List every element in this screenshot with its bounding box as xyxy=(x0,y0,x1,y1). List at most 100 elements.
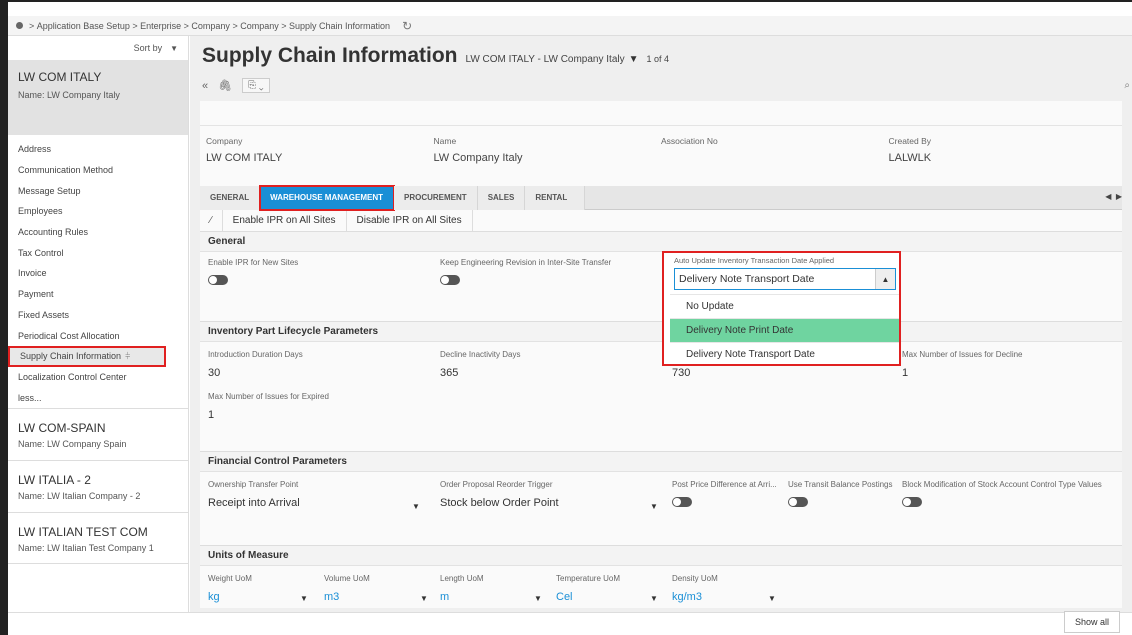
tab-rental[interactable]: RENTAL xyxy=(525,185,586,210)
tab-procurement[interactable]: PROCUREMENT xyxy=(394,185,478,210)
breadcrumb-item-3[interactable]: Company xyxy=(191,21,230,31)
weight-uom-select[interactable]: kg xyxy=(208,591,252,603)
chevron-down-icon[interactable]: ▼ xyxy=(300,594,308,603)
tab-sales[interactable]: SALES xyxy=(477,185,526,210)
auto-update-date-select[interactable]: Delivery Note Transport Date ▲ xyxy=(674,268,896,290)
clipboard-menu-button[interactable]: ⎘ ⌄ xyxy=(242,78,270,93)
record-subtitle: Name: LW Italian Test Company 1 xyxy=(18,542,154,553)
sidebar-nav: Address Communication Method Message Set… xyxy=(8,135,188,408)
record-item[interactable]: LW ITALIA - 2 Name: LW Italian Company -… xyxy=(8,459,188,512)
chevron-down-icon[interactable]: ▼ xyxy=(534,594,542,603)
sidebar-item-message-setup[interactable]: Message Setup xyxy=(8,180,188,201)
record-subtitle: Name: LW Company Spain xyxy=(18,438,127,449)
uom-section: Units of Measure Weight UoM kg ▼ Volume … xyxy=(200,546,1122,608)
collapse-icon[interactable]: « xyxy=(202,80,208,92)
length-uom-select[interactable]: m xyxy=(440,591,484,603)
keep-eng-revision-toggle[interactable] xyxy=(440,275,460,285)
block-modification-field: Block Modification of Stock Account Cont… xyxy=(902,480,1102,507)
dropdown-option-transport-date[interactable]: Delivery Note Transport Date xyxy=(670,342,899,366)
breadcrumb-sep: > xyxy=(181,20,192,31)
temperature-uom-select[interactable]: Cel xyxy=(556,591,620,603)
sidebar-item-supply-chain-information[interactable]: Supply Chain Information ⫩ xyxy=(8,345,166,367)
record-title: LW COM ITALY xyxy=(18,70,102,84)
keep-eng-revision-field: Keep Engineering Revision in Inter-Site … xyxy=(440,258,611,285)
volume-uom-select[interactable]: m3 xyxy=(324,591,370,603)
section-heading: General xyxy=(200,232,1122,252)
refresh-icon[interactable]: ↻ xyxy=(402,19,412,33)
header-fields: Company LW COM ITALY Name LW Company Ita… xyxy=(200,126,1122,186)
record-title: LW ITALIAN TEST COM xyxy=(18,524,148,539)
dropdown-option-print-date[interactable]: Delivery Note Print Date xyxy=(670,318,899,342)
sort-by-label: Sort by xyxy=(133,43,163,53)
sidebar-item-tax-control[interactable]: Tax Control xyxy=(8,242,188,263)
record-count: 1 of 4 xyxy=(646,54,670,64)
sort-by-control[interactable]: Sort by ▼ xyxy=(8,36,188,60)
dropdown-options: No Update Delivery Note Print Date Deliv… xyxy=(664,294,899,366)
chevron-down-icon[interactable]: ▼ xyxy=(412,502,420,511)
density-uom-select[interactable]: kg/m3 xyxy=(672,591,718,603)
breadcrumb-sep: > xyxy=(278,20,289,31)
record-item[interactable]: LW COM-SPAIN Name: LW Company Spain xyxy=(8,407,188,460)
tab-general[interactable]: GENERAL xyxy=(200,185,261,210)
max-issues-decline-field: Max Number of Issues for Decline 1 xyxy=(902,350,1023,379)
chevron-down-icon[interactable]: ▼ xyxy=(768,594,776,603)
section-heading: Inventory Part Lifecycle Parameters xyxy=(200,322,1122,342)
breadcrumb-sep: > xyxy=(29,20,37,31)
reorder-trigger-select[interactable]: Stock below Order Point xyxy=(440,497,559,509)
volume-uom-field: Volume UoM m3 xyxy=(324,574,370,603)
dropdown-option-no-update[interactable]: No Update xyxy=(670,294,899,318)
edit-button[interactable]: ∕ xyxy=(200,209,223,232)
record-item[interactable]: LW ITALIAN TEST COM Name: LW Italian Tes… xyxy=(8,511,188,564)
sidebar-item-less[interactable]: less... xyxy=(8,387,188,408)
record-subtitle: Name: LW Company Italy xyxy=(18,90,120,100)
ownership-transfer-field: Ownership Transfer Point Receipt into Ar… xyxy=(208,480,300,509)
sidebar-item-address[interactable]: Address xyxy=(8,139,188,160)
sidebar-item-localization-control-center[interactable]: Localization Control Center xyxy=(8,367,188,388)
max-issues-expired-field: Max Number of Issues for Expired 1 xyxy=(208,392,329,421)
chevron-down-icon[interactable]: ▼ xyxy=(650,594,658,603)
selected-record[interactable]: LW COM ITALY Name: LW Company Italy xyxy=(8,60,188,135)
enable-ipr-toggle[interactable] xyxy=(208,275,228,285)
sidebar-item-payment[interactable]: Payment xyxy=(8,284,188,305)
reorder-trigger-field: Order Proposal Reorder Trigger Stock bel… xyxy=(440,480,559,509)
chevron-down-icon[interactable]: ▼ xyxy=(650,502,658,511)
post-price-difference-toggle[interactable] xyxy=(672,497,692,507)
enable-ipr-button[interactable]: Enable IPR on All Sites xyxy=(223,209,347,232)
record-subtitle: Name: LW Italian Company - 2 xyxy=(18,490,141,501)
home-icon[interactable] xyxy=(16,22,23,29)
show-all-button[interactable]: Show all xyxy=(1063,611,1120,633)
caret-up-icon[interactable]: ▲ xyxy=(875,269,895,289)
transit-balance-toggle[interactable] xyxy=(788,497,808,507)
sidebar-item-invoice[interactable]: Invoice xyxy=(8,263,188,284)
caret-down-icon[interactable]: ▼ xyxy=(629,54,639,65)
record-title: LW ITALIA - 2 xyxy=(18,472,91,487)
tab-bar: GENERAL WAREHOUSE MANAGEMENT PROCUREMENT… xyxy=(200,184,1122,211)
breadcrumb-item-2[interactable]: Enterprise xyxy=(140,21,181,31)
search-icon[interactable]: ⌕ xyxy=(1124,80,1130,91)
footer-bar: Show all xyxy=(8,611,1132,635)
density-uom-field: Density UoM kg/m3 xyxy=(672,574,718,603)
chevron-down-icon[interactable]: ▼ xyxy=(420,594,428,603)
chevron-down-icon: ▼ xyxy=(170,43,178,53)
breadcrumb-sep: > xyxy=(229,20,241,31)
sidebar-item-accounting-rules[interactable]: Accounting Rules xyxy=(8,222,188,243)
breadcrumb-item-1[interactable]: Application Base Setup xyxy=(37,21,130,31)
sidebar-item-employees[interactable]: Employees xyxy=(8,201,188,222)
tab-warehouse-management[interactable]: WAREHOUSE MANAGEMENT xyxy=(259,184,396,211)
dropdown-value: Delivery Note Transport Date xyxy=(679,273,815,285)
disable-ipr-button[interactable]: Disable IPR on All Sites xyxy=(347,209,473,232)
general-section: General Enable IPR for New Sites Keep En… xyxy=(200,232,1122,322)
association-no-field: Association No xyxy=(661,136,718,146)
financial-section: Financial Control Parameters Ownership T… xyxy=(200,452,1122,546)
breadcrumb-item-4[interactable]: Company xyxy=(240,21,279,31)
attachment-icon[interactable]: 🖇 xyxy=(218,79,232,92)
ownership-transfer-select[interactable]: Receipt into Arrival xyxy=(208,497,300,509)
tab-scroll-arrows-icon[interactable]: ◀ ▶ xyxy=(1105,192,1122,201)
sidebar-item-fixed-assets[interactable]: Fixed Assets xyxy=(8,305,188,326)
block-modification-toggle[interactable] xyxy=(902,497,922,507)
record-selector[interactable]: LW COM ITALY - LW Company Italy xyxy=(466,54,625,65)
lifecycle-section: Inventory Part Lifecycle Parameters Intr… xyxy=(200,322,1122,452)
sidebar-item-communication-method[interactable]: Communication Method xyxy=(8,160,188,181)
sidebar-item-periodical-cost-allocation[interactable]: Periodical Cost Allocation xyxy=(8,325,188,346)
pin-icon[interactable]: ⫩ xyxy=(125,351,130,362)
